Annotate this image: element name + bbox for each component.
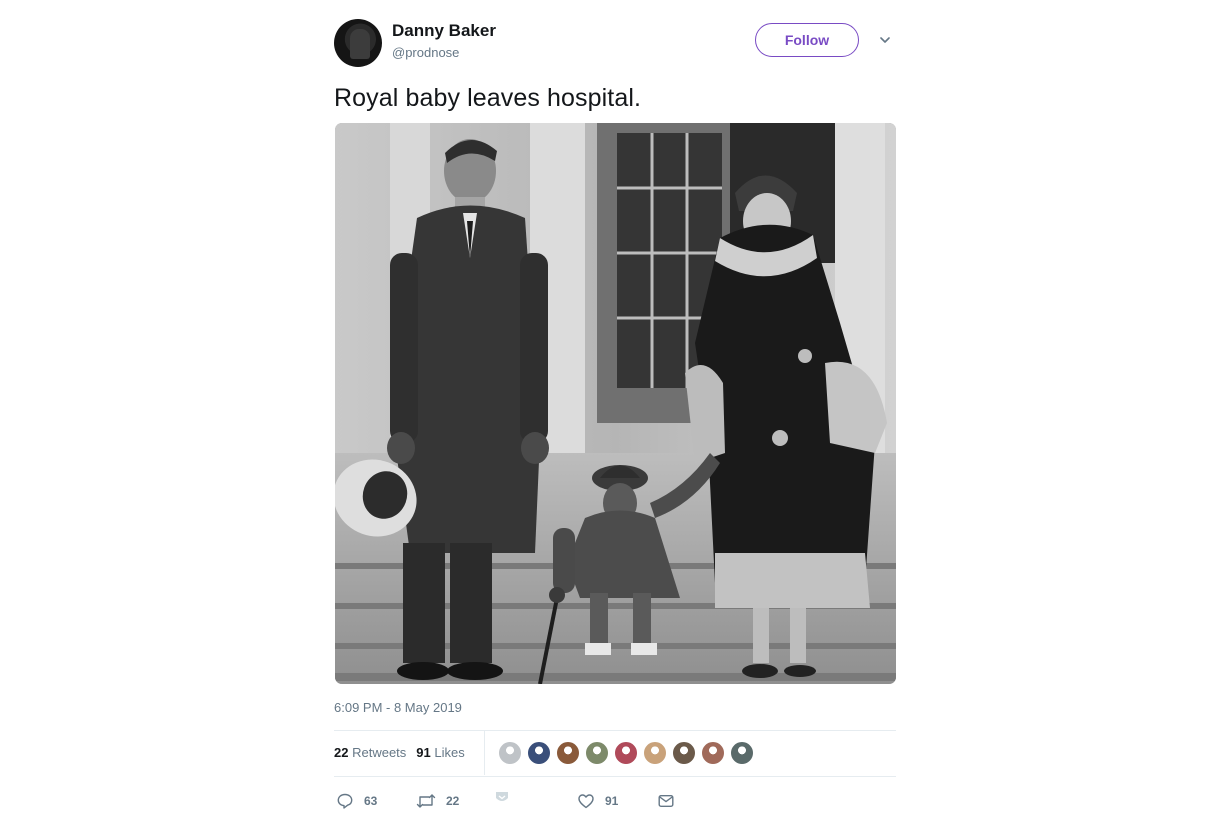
tweet-timestamp[interactable]: 6:09 PM - 8 May 2019 bbox=[334, 700, 462, 715]
tweet-actions: 63 22 91 bbox=[334, 792, 896, 812]
share-button[interactable] bbox=[657, 792, 675, 810]
direct-message-button[interactable] bbox=[494, 789, 510, 805]
photo-illustration bbox=[335, 123, 896, 684]
retweets-count[interactable]: 22 bbox=[334, 745, 348, 760]
likes-label[interactable]: Likes bbox=[434, 745, 464, 760]
retweet-arrows-icon bbox=[416, 794, 436, 808]
liker-avatars bbox=[498, 741, 759, 765]
stats-divider bbox=[484, 731, 485, 775]
liker-avatar[interactable] bbox=[498, 741, 522, 765]
follow-button[interactable]: Follow bbox=[755, 23, 859, 57]
liker-avatar[interactable] bbox=[672, 741, 696, 765]
speech-bubble-icon bbox=[337, 793, 353, 809]
liker-avatar[interactable] bbox=[643, 741, 667, 765]
avatar[interactable] bbox=[334, 19, 382, 67]
shield-icon bbox=[496, 792, 508, 801]
retweets-label[interactable]: Retweets bbox=[352, 745, 406, 760]
chevron-down-icon[interactable] bbox=[878, 33, 892, 47]
reply-button[interactable]: 63 bbox=[336, 792, 377, 810]
divider bbox=[334, 730, 896, 731]
liker-avatar[interactable] bbox=[730, 741, 754, 765]
tweet-stats: 22 Retweets 91 Likes bbox=[334, 745, 465, 760]
liker-avatar[interactable] bbox=[585, 741, 609, 765]
heart-icon bbox=[578, 794, 594, 809]
liker-avatar[interactable] bbox=[556, 741, 580, 765]
liker-avatar[interactable] bbox=[614, 741, 638, 765]
liker-avatar[interactable] bbox=[527, 741, 551, 765]
tweet-photo[interactable] bbox=[335, 123, 896, 684]
divider bbox=[334, 776, 896, 777]
tweet-card: Danny Baker @prodnose Follow Royal baby … bbox=[334, 0, 896, 820]
author-handle[interactable]: @prodnose bbox=[392, 45, 459, 60]
author-name[interactable]: Danny Baker bbox=[392, 21, 496, 41]
reply-count: 63 bbox=[364, 794, 378, 808]
like-button[interactable]: 91 bbox=[577, 792, 618, 810]
envelope-icon bbox=[658, 795, 674, 808]
tweet-text: Royal baby leaves hospital. bbox=[334, 84, 642, 112]
likes-count[interactable]: 91 bbox=[416, 745, 430, 760]
retweet-button[interactable]: 22 bbox=[416, 792, 459, 810]
like-count: 91 bbox=[605, 794, 619, 808]
liker-avatar[interactable] bbox=[701, 741, 725, 765]
retweet-count: 22 bbox=[446, 794, 460, 808]
